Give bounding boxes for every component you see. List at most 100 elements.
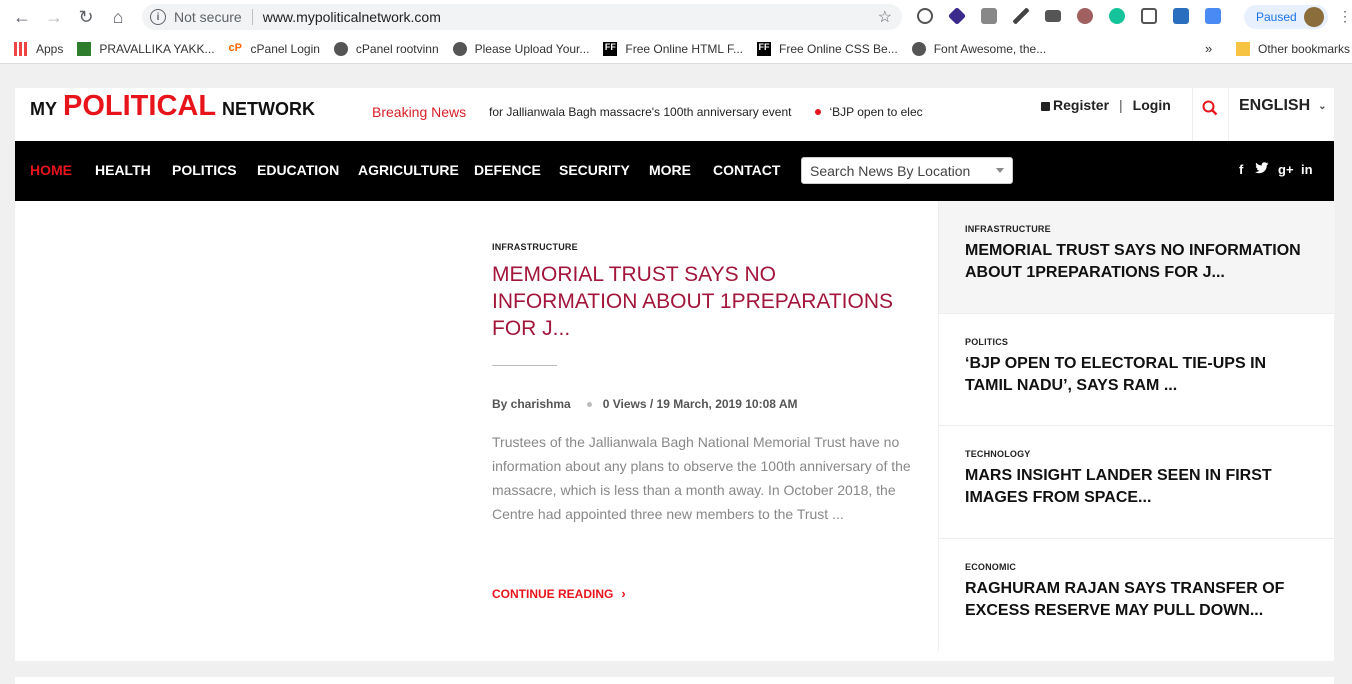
other-bookmarks[interactable]: Other bookmarks (1236, 42, 1350, 56)
bookmark-label: cPanel Login (250, 41, 320, 56)
ff-icon: FF (603, 41, 618, 56)
capture-icon[interactable] (1141, 8, 1157, 24)
menu-dots-icon[interactable]: ⋮ (1338, 8, 1352, 25)
folder-icon (1236, 42, 1250, 56)
bookmark-upload[interactable]: Please Upload Your... (452, 41, 590, 56)
sidebar-title[interactable]: ‘BJP OPEN TO ELECTORAL TIE-UPS IN TAMIL … (965, 353, 1310, 397)
linkedin-icon[interactable]: in (1301, 162, 1313, 177)
extension-g-icon[interactable] (981, 8, 997, 24)
globe-icon (911, 41, 926, 56)
featured-title[interactable]: MEMORIAL TRUST SAYS NO INFORMATION ABOUT… (492, 261, 912, 342)
bookmark-label: Font Awesome, the... (933, 41, 1047, 56)
bookmark-html[interactable]: FF Free Online HTML F... (603, 41, 743, 56)
ticker-item[interactable]: for Jallianwala Bagh massacre's 100th an… (489, 105, 791, 119)
back-icon[interactable]: ← (6, 1, 38, 33)
main-nav: HOME HEALTH POLITICS EDUCATION AGRICULTU… (15, 141, 1334, 201)
bookmark-cpanel-login[interactable]: cP cPanel Login (229, 42, 320, 56)
address-bar[interactable]: i Not secure www.mypoliticalnetwork.com … (142, 4, 902, 30)
article-meta: By charishma 0 Views / 19 March, 2019 10… (492, 397, 797, 411)
eyedropper-icon[interactable] (1013, 8, 1029, 24)
nav-education[interactable]: EDUCATION (257, 162, 339, 178)
nav-agriculture[interactable]: AGRICULTURE (358, 162, 459, 178)
continue-reading-link[interactable]: CONTINUE READING › (492, 586, 626, 601)
facebook-icon[interactable]: f (1239, 162, 1243, 177)
logo-political: POLITICAL (63, 90, 217, 122)
location-placeholder: Search News By Location (810, 162, 971, 179)
bookmark-cpanel-root[interactable]: cPanel rootvinn (333, 41, 439, 56)
sidebar-title[interactable]: MARS INSIGHT LANDER SEEN IN FIRST IMAGES… (965, 465, 1310, 509)
title-divider (492, 365, 557, 366)
language-selector[interactable]: ENGLISH ⌄ (1239, 97, 1327, 115)
grammarly-icon[interactable] (1109, 8, 1125, 24)
register-link[interactable]: Register (1053, 97, 1109, 113)
logo-my: MY (30, 99, 57, 119)
reload-icon[interactable]: ↻ (70, 1, 102, 33)
sidebar-title[interactable]: RAGHURAM RAJAN SAYS TRANSFER OF EXCESS R… (965, 578, 1310, 622)
login-link[interactable]: Login (1133, 97, 1171, 113)
chevron-right-icon: › (621, 586, 626, 601)
page: MY POLITICAL NETWORK Breaking News for J… (0, 65, 1352, 684)
header-divider (1228, 88, 1229, 141)
search-icon[interactable] (1202, 100, 1218, 116)
featured-excerpt: Trustees of the Jallianwala Bagh Nationa… (492, 434, 911, 522)
forward-icon[interactable]: → (38, 1, 70, 33)
info-icon[interactable]: i (150, 9, 166, 25)
screen-icon[interactable] (1045, 10, 1061, 22)
bookmark-label: Free Online HTML F... (625, 41, 743, 56)
bookmark-label: Please Upload Your... (474, 41, 590, 56)
breaking-news-label: Breaking News (372, 104, 467, 120)
home-icon[interactable]: ⌂ (102, 1, 134, 33)
bookmark-fontawesome[interactable]: Font Awesome, the... (911, 41, 1047, 56)
sidebar-news-list: INFRASTRUCTURE MEMORIAL TRUST SAYS NO IN… (938, 201, 1335, 651)
nav-defence[interactable]: DEFENCE (474, 162, 541, 178)
profile-paused-button[interactable]: Paused (1244, 5, 1328, 29)
speed-icon[interactable] (917, 8, 933, 24)
site-logo[interactable]: MY POLITICAL NETWORK (30, 90, 315, 123)
bookmark-label: Free Online CSS Be... (779, 41, 898, 56)
google-plus-icon[interactable]: g+ (1278, 162, 1294, 177)
sidebar-category[interactable]: POLITICS (965, 337, 1008, 347)
nav-home[interactable]: HOME (30, 162, 72, 178)
avatar (1304, 7, 1324, 27)
bookmark-star-icon[interactable]: ☆ (878, 7, 892, 27)
sidebar-category[interactable]: TECHNOLOGY (965, 449, 1031, 459)
sidebar-item[interactable]: POLITICS ‘BJP OPEN TO ELECTORAL TIE-UPS … (939, 314, 1335, 426)
upload-icon[interactable] (1173, 8, 1189, 24)
nav-more[interactable]: MORE (649, 162, 691, 178)
sidebar-item[interactable]: ECONOMIC RAGHURAM RAJAN SAYS TRANSFER OF… (939, 539, 1335, 651)
sidebar-category[interactable]: INFRASTRUCTURE (965, 224, 1051, 234)
continue-reading-label: CONTINUE READING (492, 586, 614, 601)
sidebar-item[interactable]: TECHNOLOGY MARS INSIGHT LANDER SEEN IN F… (939, 426, 1335, 539)
nav-politics[interactable]: POLITICS (172, 162, 237, 178)
news-ticker[interactable]: for Jallianwala Bagh massacre's 100th an… (489, 105, 923, 119)
meta-bullet (586, 401, 592, 407)
lock-icon (1041, 101, 1050, 111)
location-search-select[interactable]: Search News By Location (801, 157, 1013, 184)
nav-contact[interactable]: CONTACT (713, 162, 780, 178)
bookmark-label: Apps (36, 41, 64, 56)
sidebar-title[interactable]: MEMORIAL TRUST SAYS NO INFORMATION ABOUT… (965, 240, 1310, 284)
ticker-item[interactable]: ‘BJP open to electoral tie-ups in Tamil … (829, 105, 923, 119)
bookmarks-bar: Apps PRAVALLIKA YAKK... cP cPanel Login c… (0, 34, 1352, 64)
language-label: ENGLISH (1239, 97, 1311, 114)
bug-icon[interactable] (1077, 8, 1093, 24)
globe-icon (452, 41, 467, 56)
omnibox-separator (251, 9, 253, 25)
ticker-dot (815, 109, 822, 115)
sidebar-item[interactable]: INFRASTRUCTURE MEMORIAL TRUST SAYS NO IN… (939, 201, 1335, 314)
bookmark-label: PRAVALLIKA YAKK... (99, 41, 215, 56)
twitter-icon[interactable] (1255, 162, 1269, 177)
translate-icon[interactable] (1205, 8, 1221, 24)
nav-health[interactable]: HEALTH (95, 162, 151, 178)
bookmark-pravallika[interactable]: PRAVALLIKA YAKK... (77, 41, 215, 56)
featured-category[interactable]: INFRASTRUCTURE (492, 242, 578, 252)
more-bookmarks-button[interactable]: » (1205, 41, 1212, 56)
author-link[interactable]: By charishma (492, 397, 571, 411)
url-text[interactable]: www.mypoliticalnetwork.com (263, 9, 441, 25)
nav-security[interactable]: SECURITY (559, 162, 630, 178)
bookmark-css[interactable]: FF Free Online CSS Be... (757, 41, 898, 56)
extension-diamond-icon[interactable] (947, 6, 967, 26)
sidebar-category[interactable]: ECONOMIC (965, 562, 1016, 572)
site-header: MY POLITICAL NETWORK Breaking News for J… (15, 88, 1334, 141)
bookmark-apps[interactable]: Apps (14, 41, 64, 56)
